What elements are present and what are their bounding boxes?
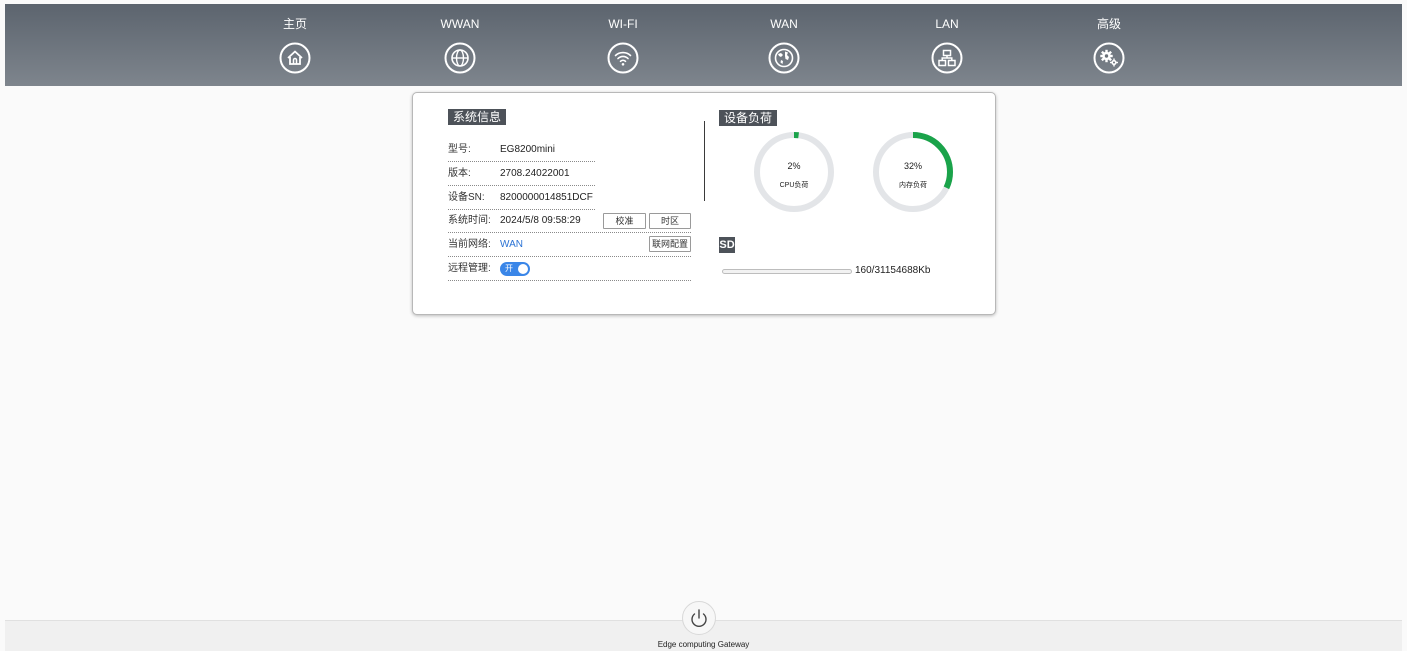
globe-icon xyxy=(444,42,476,74)
nav-item-advanced[interactable]: 高级 xyxy=(1064,4,1154,86)
sn-label: 设备SN: xyxy=(448,192,485,203)
section-divider xyxy=(704,121,705,201)
toggle-on-text: 开 xyxy=(505,264,513,273)
cpu-gauge: 2% CPU负荷 xyxy=(753,131,835,213)
nav-item-lan[interactable]: LAN xyxy=(902,4,992,86)
nav-label-home: 主页 xyxy=(282,17,307,31)
remote-row: 远程管理: 开 xyxy=(448,257,691,281)
nav-item-wan[interactable]: WAN xyxy=(739,4,829,86)
calibrate-button[interactable]: 校准 xyxy=(603,213,646,229)
network-label: 当前网络: xyxy=(448,239,491,250)
system-info-title: 系统信息 xyxy=(448,109,507,125)
network-config-button[interactable]: 联网配置 xyxy=(649,236,691,252)
toggle-knob xyxy=(518,264,528,274)
model-label: 型号: xyxy=(448,144,471,155)
remote-label: 远程管理: xyxy=(448,263,491,274)
time-value: 2024/5/8 09:58:29 xyxy=(500,215,581,226)
power-button[interactable] xyxy=(682,601,716,635)
network-icon xyxy=(931,42,963,74)
nav-item-wifi[interactable]: WI-FI xyxy=(578,4,668,86)
sn-value: 8200000014851DCF xyxy=(500,192,593,203)
nav-label-wwan: WWAN xyxy=(440,17,480,31)
nav-label-wifi: WI-FI xyxy=(608,17,638,31)
nav-label-lan: LAN xyxy=(935,17,959,31)
earth-icon xyxy=(768,42,800,74)
nav-item-home[interactable]: 主页 xyxy=(250,4,340,86)
time-label: 系统时间: xyxy=(448,215,491,226)
nav-label-wan: WAN xyxy=(770,17,798,31)
cpu-gauge-track xyxy=(754,132,834,212)
home-icon xyxy=(279,42,311,74)
sd-usage-text: 160/31154688Kb xyxy=(855,265,931,276)
status-card: 系统信息 型号: EG8200mini 版本: 2708.24022001 设备… xyxy=(412,92,996,315)
device-load-title: 设备负荷 xyxy=(719,110,778,126)
timezone-button[interactable]: 时区 xyxy=(649,213,691,229)
time-row: 系统时间: 2024/5/8 09:58:29 校准 时区 xyxy=(448,209,691,233)
sd-badge: SD xyxy=(719,237,735,253)
model-value: EG8200mini xyxy=(500,144,556,155)
top-nav: 主页 WWAN WI-FI WAN LAN 高级 xyxy=(5,4,1402,86)
version-value: 2708.24022001 xyxy=(500,168,570,179)
nav-label-advanced: 高级 xyxy=(1096,17,1121,31)
wifi-icon xyxy=(607,42,639,74)
network-value-link[interactable]: WAN xyxy=(500,233,523,256)
version-row: 版本: 2708.24022001 xyxy=(448,162,595,186)
model-row: 型号: EG8200mini xyxy=(448,138,595,162)
cpu-label: CPU负荷 xyxy=(779,182,809,189)
remote-management-toggle[interactable]: 开 xyxy=(500,262,530,276)
sn-row: 设备SN: 8200000014851DCF xyxy=(448,186,595,210)
sd-usage-bar xyxy=(722,269,852,274)
cpu-percent: 2% xyxy=(787,161,801,171)
nav-item-wwan[interactable]: WWAN xyxy=(415,4,505,86)
memory-percent: 32% xyxy=(903,161,922,171)
footer-text: Edge computing Gateway xyxy=(657,640,750,649)
memory-label: 内存负荷 xyxy=(899,182,927,189)
gears-icon xyxy=(1093,42,1125,74)
network-row: 当前网络: WAN 联网配置 xyxy=(448,233,691,257)
version-label: 版本: xyxy=(448,168,471,179)
memory-gauge: 32% 内存负荷 xyxy=(872,131,954,213)
power-icon xyxy=(691,609,707,628)
